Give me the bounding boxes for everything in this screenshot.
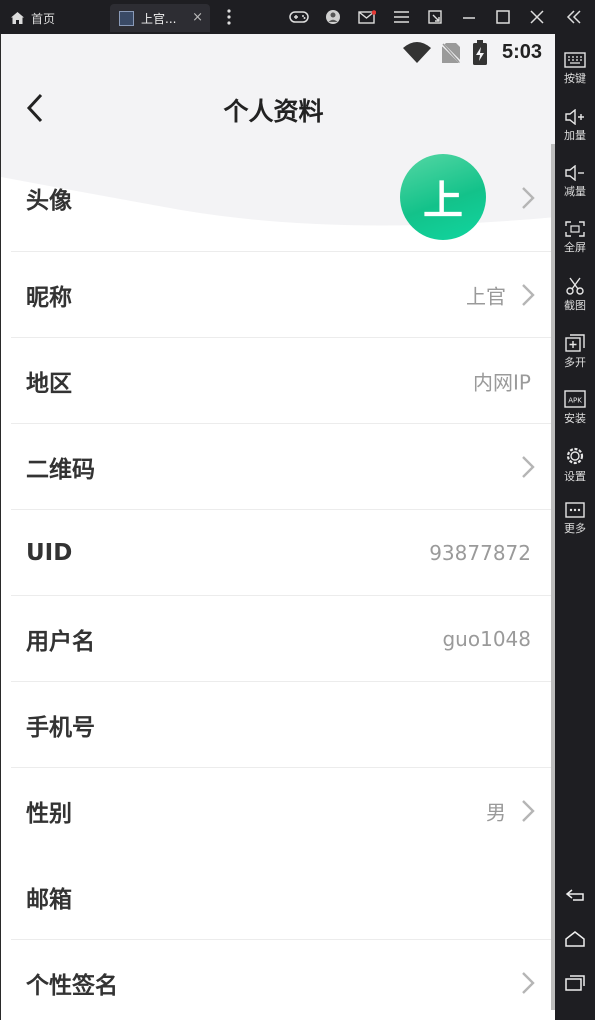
status-bar: 5:03 [1, 34, 555, 74]
minimize-icon[interactable] [452, 0, 486, 34]
svg-text:APK: APK [568, 397, 582, 405]
profile-row-username: 用户名 guo1048 [1, 596, 554, 682]
sidebar-item-more[interactable]: 更多 [555, 498, 595, 554]
tab-menu-icon[interactable] [212, 0, 246, 34]
row-label: 手机号 [26, 715, 95, 741]
gamepad-icon[interactable] [282, 0, 316, 34]
row-label: 昵称 [26, 285, 72, 311]
row-label: 性别 [26, 801, 72, 827]
sidebar-item-label: 设置 [564, 470, 586, 483]
volume-down-icon [565, 165, 584, 181]
sidebar-item-label: 减量 [564, 185, 586, 198]
wifi-icon [403, 42, 431, 63]
gender-value: 男 [486, 800, 506, 825]
app-thumbnail-icon [119, 10, 134, 26]
recents-icon [565, 975, 585, 991]
sidebar-item-settings[interactable]: 设置 [555, 442, 595, 498]
page-title: 个人资料 [223, 97, 324, 126]
avatar: 上 [400, 154, 486, 240]
back-icon [565, 889, 584, 901]
page-header: 个人资料 [1, 74, 555, 144]
app-tab[interactable]: 上官... × [110, 4, 210, 32]
phone-screen: 5:03 个人资料 头像 上 昵称 上官 地区 内网IP 二维码 UID 938… [0, 34, 555, 1020]
profile-row-avatar[interactable]: 头像 上 [1, 144, 554, 252]
profile-row-region: 地区 内网IP [1, 338, 554, 424]
profile-row-signature[interactable]: 个性签名 [1, 940, 554, 1020]
region-value: 内网IP [473, 370, 531, 395]
sidebar-item-label: 按键 [564, 72, 586, 85]
sidebar-item-keymap[interactable]: 按键 [555, 48, 595, 104]
home-tab-label: 首页 [31, 11, 56, 26]
sidebar-item-label: 安装 [564, 412, 586, 425]
sidebar-item-fullscreen[interactable]: 全屏 [555, 217, 595, 273]
profile-row-uid: UID 93877872 [1, 510, 554, 596]
keyboard-icon [564, 52, 586, 68]
emulator-sidebar: 按键 加量 减量 全屏 截图 多开 APK 安装 设置 更多 [555, 34, 595, 1020]
android-recents-button[interactable] [555, 968, 595, 998]
profile-row-phone[interactable]: 手机号 [1, 682, 554, 768]
sidebar-item-multi-instance[interactable]: 多开 [555, 330, 595, 386]
mail-icon[interactable] [350, 0, 384, 34]
uid-value: 93877872 [429, 541, 531, 565]
popout-icon[interactable] [418, 0, 452, 34]
chevron-right-icon [522, 284, 535, 306]
android-home-button[interactable] [555, 924, 595, 954]
chevron-right-icon [522, 800, 535, 822]
row-label: 个性签名 [26, 973, 118, 999]
menu-icon[interactable] [384, 0, 418, 34]
profile-list: 头像 上 昵称 上官 地区 内网IP 二维码 UID 93877872 用户名 [1, 144, 555, 1020]
tab-close-icon[interactable]: × [192, 10, 203, 25]
volume-up-icon [565, 109, 584, 125]
row-label: 用户名 [26, 629, 95, 655]
sidebar-item-label: 截图 [564, 299, 586, 312]
account-icon[interactable] [316, 0, 350, 34]
scrollbar-thumb[interactable] [551, 144, 555, 1010]
sidebar-item-label: 加量 [564, 129, 586, 142]
scissors-icon [566, 277, 584, 295]
nickname-value: 上官 [466, 284, 506, 309]
battery-charging-icon [473, 40, 487, 65]
profile-row-nickname[interactable]: 昵称 上官 [1, 252, 554, 338]
sidebar-item-volume-down[interactable]: 减量 [555, 161, 595, 217]
maximize-icon[interactable] [486, 0, 520, 34]
sidebar-item-label: 更多 [564, 522, 586, 535]
chevron-right-icon [522, 972, 535, 994]
profile-row-email[interactable]: 邮箱 [1, 854, 554, 940]
sidebar-item-volume-up[interactable]: 加量 [555, 105, 595, 161]
multi-instance-icon [565, 334, 585, 352]
username-value: guo1048 [442, 627, 531, 651]
collapse-icon[interactable] [557, 0, 591, 34]
home-icon [565, 931, 585, 947]
close-icon[interactable] [520, 0, 554, 34]
home-tab[interactable]: 首页 [10, 6, 55, 30]
profile-row-gender[interactable]: 性别 男 [1, 768, 554, 854]
row-label: UID [26, 540, 73, 566]
chevron-right-icon [522, 456, 535, 478]
row-label: 邮箱 [26, 887, 72, 913]
home-icon [11, 12, 24, 24]
row-label: 地区 [26, 371, 72, 397]
row-label: 头像 [26, 188, 72, 214]
status-time: 5:03 [501, 41, 542, 63]
sidebar-item-install-apk[interactable]: APK 安装 [555, 386, 595, 442]
sidebar-item-label: 全屏 [564, 241, 586, 254]
emulator-titlebar: 首页 上官... × [0, 0, 595, 34]
android-back-button[interactable] [555, 880, 595, 910]
profile-row-qrcode[interactable]: 二维码 [1, 424, 554, 510]
fullscreen-icon [565, 221, 585, 237]
sidebar-item-screenshot[interactable]: 截图 [555, 273, 595, 329]
apk-icon: APK [564, 390, 586, 408]
more-icon [565, 502, 585, 518]
chevron-right-icon [522, 187, 535, 209]
row-label: 二维码 [26, 457, 95, 483]
sidebar-item-label: 多开 [564, 356, 586, 369]
settings-icon [566, 447, 584, 465]
no-sim-icon [441, 42, 461, 64]
app-tab-label: 上官... [141, 11, 177, 26]
